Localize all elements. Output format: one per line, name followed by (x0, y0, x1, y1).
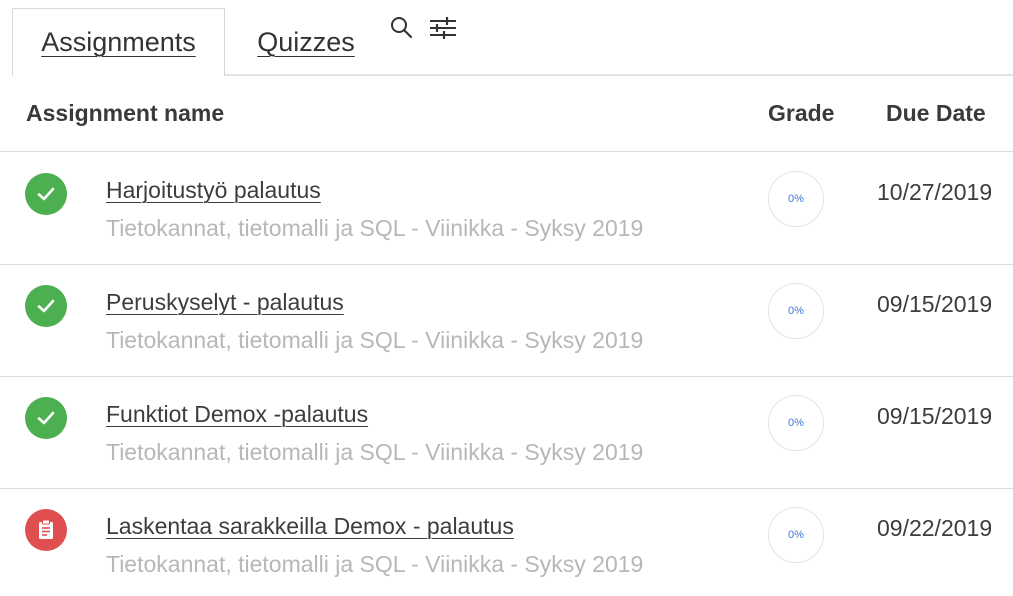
due-date: 09/15/2019 (877, 291, 993, 317)
course-name: Tietokannat, tietomalli ja SQL - Viinikk… (106, 439, 644, 465)
tab-assignments-label: Assignments (41, 27, 196, 57)
table-row: Laskentaa sarakkeilla Demox - palautus T… (0, 489, 1013, 596)
table-row: Peruskyselyt - palautus Tietokannat, tie… (0, 265, 1013, 377)
grade-badge: 0% (768, 171, 824, 227)
course-name: Tietokannat, tietomalli ja SQL - Viinikk… (106, 551, 644, 577)
tab-assignments[interactable]: Assignments (12, 8, 225, 76)
column-header-due-date[interactable]: Due Date (886, 100, 986, 127)
table-row: Funktiot Demox -palautus Tietokannat, ti… (0, 377, 1013, 489)
assignment-title-link[interactable]: Harjoitustyö palautus (106, 177, 321, 204)
table-header: Assignment name Grade Due Date (0, 76, 1013, 152)
column-header-name[interactable]: Assignment name (26, 100, 224, 127)
due-date: 09/15/2019 (877, 403, 993, 429)
status-check-icon (25, 397, 67, 439)
tab-quizzes[interactable]: Quizzes (226, 8, 386, 76)
table-row: Harjoitustyö palautus Tietokannat, tieto… (0, 153, 1013, 265)
assignment-title-link[interactable]: Peruskyselyt - palautus (106, 289, 344, 316)
status-check-icon (25, 285, 67, 327)
assignment-title-link[interactable]: Laskentaa sarakkeilla Demox - palautus (106, 513, 514, 540)
course-name: Tietokannat, tietomalli ja SQL - Viinikk… (106, 215, 644, 241)
status-check-icon (25, 173, 67, 215)
assignment-title-link[interactable]: Funktiot Demox -palautus (106, 401, 368, 428)
grade-badge: 0% (768, 507, 824, 563)
filter-sliders-icon[interactable] (428, 14, 456, 42)
due-date: 09/22/2019 (877, 515, 993, 541)
status-clipboard-icon (25, 509, 67, 551)
tab-quizzes-label: Quizzes (257, 26, 355, 57)
course-name: Tietokannat, tietomalli ja SQL - Viinikk… (106, 327, 644, 353)
due-date: 10/27/2019 (877, 179, 993, 205)
tab-bar: Assignments Quizzes (0, 0, 1013, 76)
grade-badge: 0% (768, 283, 824, 339)
grade-badge: 0% (768, 395, 824, 451)
search-icon[interactable] (388, 14, 416, 42)
column-header-grade[interactable]: Grade (768, 100, 834, 127)
